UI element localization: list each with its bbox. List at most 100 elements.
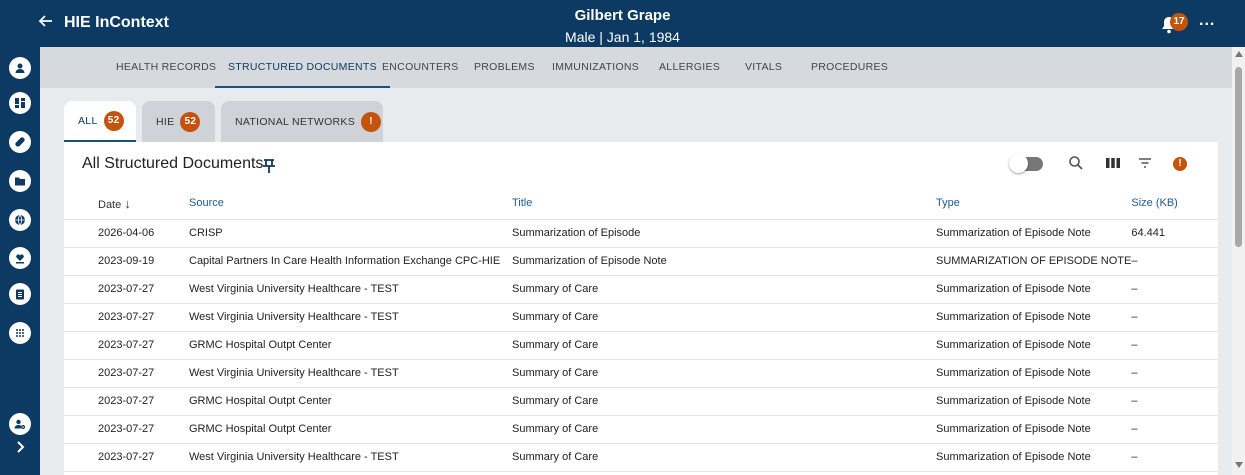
cell-size: –: [1131, 247, 1218, 276]
column-header-title[interactable]: Title: [512, 188, 936, 220]
cell-date: 2023-07-27: [64, 359, 189, 388]
account-icon[interactable]: [9, 57, 31, 79]
tab-immunizations[interactable]: IMMUNIZATIONS: [552, 47, 639, 88]
table-row[interactable]: 2023-09-19 Capital Partners In Care Healt…: [64, 247, 1218, 276]
cell-title: Summarization of Episode: [512, 219, 936, 248]
tab-problems[interactable]: PROBLEMS: [474, 47, 535, 88]
tab-structured-documents[interactable]: STRUCTURED DOCUMENTS: [215, 47, 390, 88]
search-icon[interactable]: [1067, 154, 1085, 172]
cell-date: 2023-07-27: [64, 415, 189, 444]
subtab-hie-label: HIE: [156, 115, 175, 128]
folder-icon[interactable]: [9, 170, 31, 192]
cell-date: 2023-07-27: [64, 331, 189, 360]
cell-source: GRMC Hospital Outpt Center: [189, 415, 512, 444]
scrollbar-thumb[interactable]: [1235, 67, 1242, 247]
documents-table: Date ↓ Source Title Type Size (KB) 2026-…: [64, 188, 1218, 472]
toggle-switch[interactable]: [1009, 154, 1043, 173]
cell-source: Capital Partners In Care Health Informat…: [189, 247, 512, 276]
clipboard-icon[interactable]: [9, 283, 31, 305]
columns-icon[interactable]: [1104, 154, 1122, 172]
cell-title: Summary of Care: [512, 359, 936, 388]
subtab-national-networks[interactable]: NATIONAL NETWORKS !: [221, 101, 383, 142]
tab-health-records[interactable]: HEALTH RECORDS: [116, 47, 216, 88]
top-header: HIE InContext Gilbert Grape Male | Jan 1…: [0, 0, 1245, 47]
cell-title: Summarization of Episode Note: [512, 247, 936, 276]
cell-type: Summarization of Episode Note: [936, 415, 1132, 444]
pill-icon[interactable]: [9, 131, 31, 153]
cell-size: –: [1131, 331, 1218, 360]
cell-title: Summary of Care: [512, 303, 936, 332]
table-row[interactable]: 2023-07-27 West Virginia University Healt…: [64, 443, 1218, 472]
cell-type: Summarization of Episode Note: [936, 387, 1132, 416]
left-nav-rail: [0, 47, 40, 475]
card-title: All Structured Documents: [82, 155, 264, 172]
cell-date: 2023-09-19: [64, 247, 189, 276]
subtab-national-networks-label: NATIONAL NETWORKS: [235, 115, 356, 128]
sort-down-arrow-icon: ↓: [124, 195, 131, 211]
cell-type: Summarization of Episode Note: [936, 275, 1132, 304]
column-header-source[interactable]: Source: [189, 188, 512, 220]
cell-size: –: [1131, 275, 1218, 304]
subtab-national-networks-warning-badge: !: [361, 111, 382, 132]
documents-card: All Structured Documents ! Date ↓ Source…: [64, 142, 1218, 475]
cell-type: Summarization of Episode Note: [936, 443, 1132, 472]
cell-source: West Virginia University Healthcare - TE…: [189, 359, 512, 388]
cell-date: 2023-07-27: [64, 387, 189, 416]
cell-type: SUMMARIZATION OF EPISODE NOTE: [936, 247, 1132, 276]
cell-source: West Virginia University Healthcare - TE…: [189, 303, 512, 332]
cell-size: –: [1131, 415, 1218, 444]
column-header-type[interactable]: Type: [936, 188, 1132, 220]
cell-type: Summarization of Episode Note: [936, 219, 1132, 248]
dashboard-icon[interactable]: [9, 92, 31, 114]
subtab-hie[interactable]: HIE 52: [142, 101, 215, 142]
filter-icon[interactable]: [1136, 154, 1154, 172]
cell-source: GRMC Hospital Outpt Center: [189, 331, 512, 360]
table-row[interactable]: 2023-07-27 West Virginia University Healt…: [64, 359, 1218, 388]
cell-type: Summarization of Episode Note: [936, 303, 1132, 332]
cell-size: –: [1131, 359, 1218, 388]
table-row[interactable]: 2023-07-27 GRMC Hospital Outpt Center Summ…: [64, 387, 1218, 416]
scroll-down-arrow-icon[interactable]: [1235, 462, 1243, 468]
cell-date: 2023-07-27: [64, 275, 189, 304]
table-row[interactable]: 2023-07-27 GRMC Hospital Outpt Center Summ…: [64, 415, 1218, 444]
cell-size: –: [1131, 303, 1218, 332]
cell-size: –: [1131, 387, 1218, 416]
table-row[interactable]: 2023-07-27 West Virginia University Healt…: [64, 275, 1218, 304]
apps-grid-icon[interactable]: [9, 322, 31, 344]
patient-name: Gilbert Grape: [574, 7, 671, 24]
cell-title: Summary of Care: [512, 275, 936, 304]
subtab-all-count-badge: 52: [103, 110, 124, 131]
column-header-date[interactable]: Date ↓: [64, 188, 189, 220]
cell-type: Summarization of Episode Note: [936, 359, 1132, 388]
cell-title: Summary of Care: [512, 331, 936, 360]
patient-demographics: Male | Jan 1, 1984: [565, 29, 680, 45]
more-options-icon[interactable]: ...: [1199, 12, 1215, 30]
scroll-up-arrow-icon[interactable]: [1235, 51, 1243, 57]
table-row[interactable]: 2023-07-27 GRMC Hospital Outpt Center Summ…: [64, 331, 1218, 360]
tab-vitals[interactable]: VITALS: [745, 47, 782, 88]
tab-procedures[interactable]: PROCEDURES: [811, 47, 888, 88]
cell-type: Summarization of Episode Note: [936, 331, 1132, 360]
subtab-all[interactable]: ALL 52: [64, 101, 136, 142]
table-row[interactable]: 2023-07-27 West Virginia University Healt…: [64, 303, 1218, 332]
page-scrollbar[interactable]: [1232, 47, 1245, 475]
user-settings-icon[interactable]: [9, 413, 31, 435]
warning-icon[interactable]: !: [1173, 157, 1187, 171]
toggle-knob: [1009, 154, 1028, 173]
cell-date: 2026-04-06: [64, 219, 189, 248]
notification-count-badge[interactable]: 17: [1170, 13, 1188, 31]
tab-encounters[interactable]: ENCOUNTERS: [382, 47, 459, 88]
tab-allergies[interactable]: ALLERGIES: [659, 47, 720, 88]
cell-date: 2023-07-27: [64, 443, 189, 472]
patient-banner: Gilbert Grape Male | Jan 1, 1984: [0, 7, 1245, 45]
globe-icon[interactable]: [9, 209, 31, 231]
cell-source: West Virginia University Healthcare - TE…: [189, 443, 512, 472]
heart-hand-icon[interactable]: [9, 247, 31, 269]
pin-icon[interactable]: [262, 158, 276, 174]
table-row[interactable]: 2026-04-06 CRISP Summarization of Episode S…: [64, 219, 1218, 248]
column-header-size[interactable]: Size (KB): [1131, 188, 1218, 220]
subtab-all-label: ALL: [78, 114, 98, 127]
chevron-right-icon[interactable]: [11, 438, 29, 456]
record-tabs: HEALTH RECORDS STRUCTURED DOCUMENTS ENCO…: [40, 47, 1232, 88]
cell-source: GRMC Hospital Outpt Center: [189, 387, 512, 416]
